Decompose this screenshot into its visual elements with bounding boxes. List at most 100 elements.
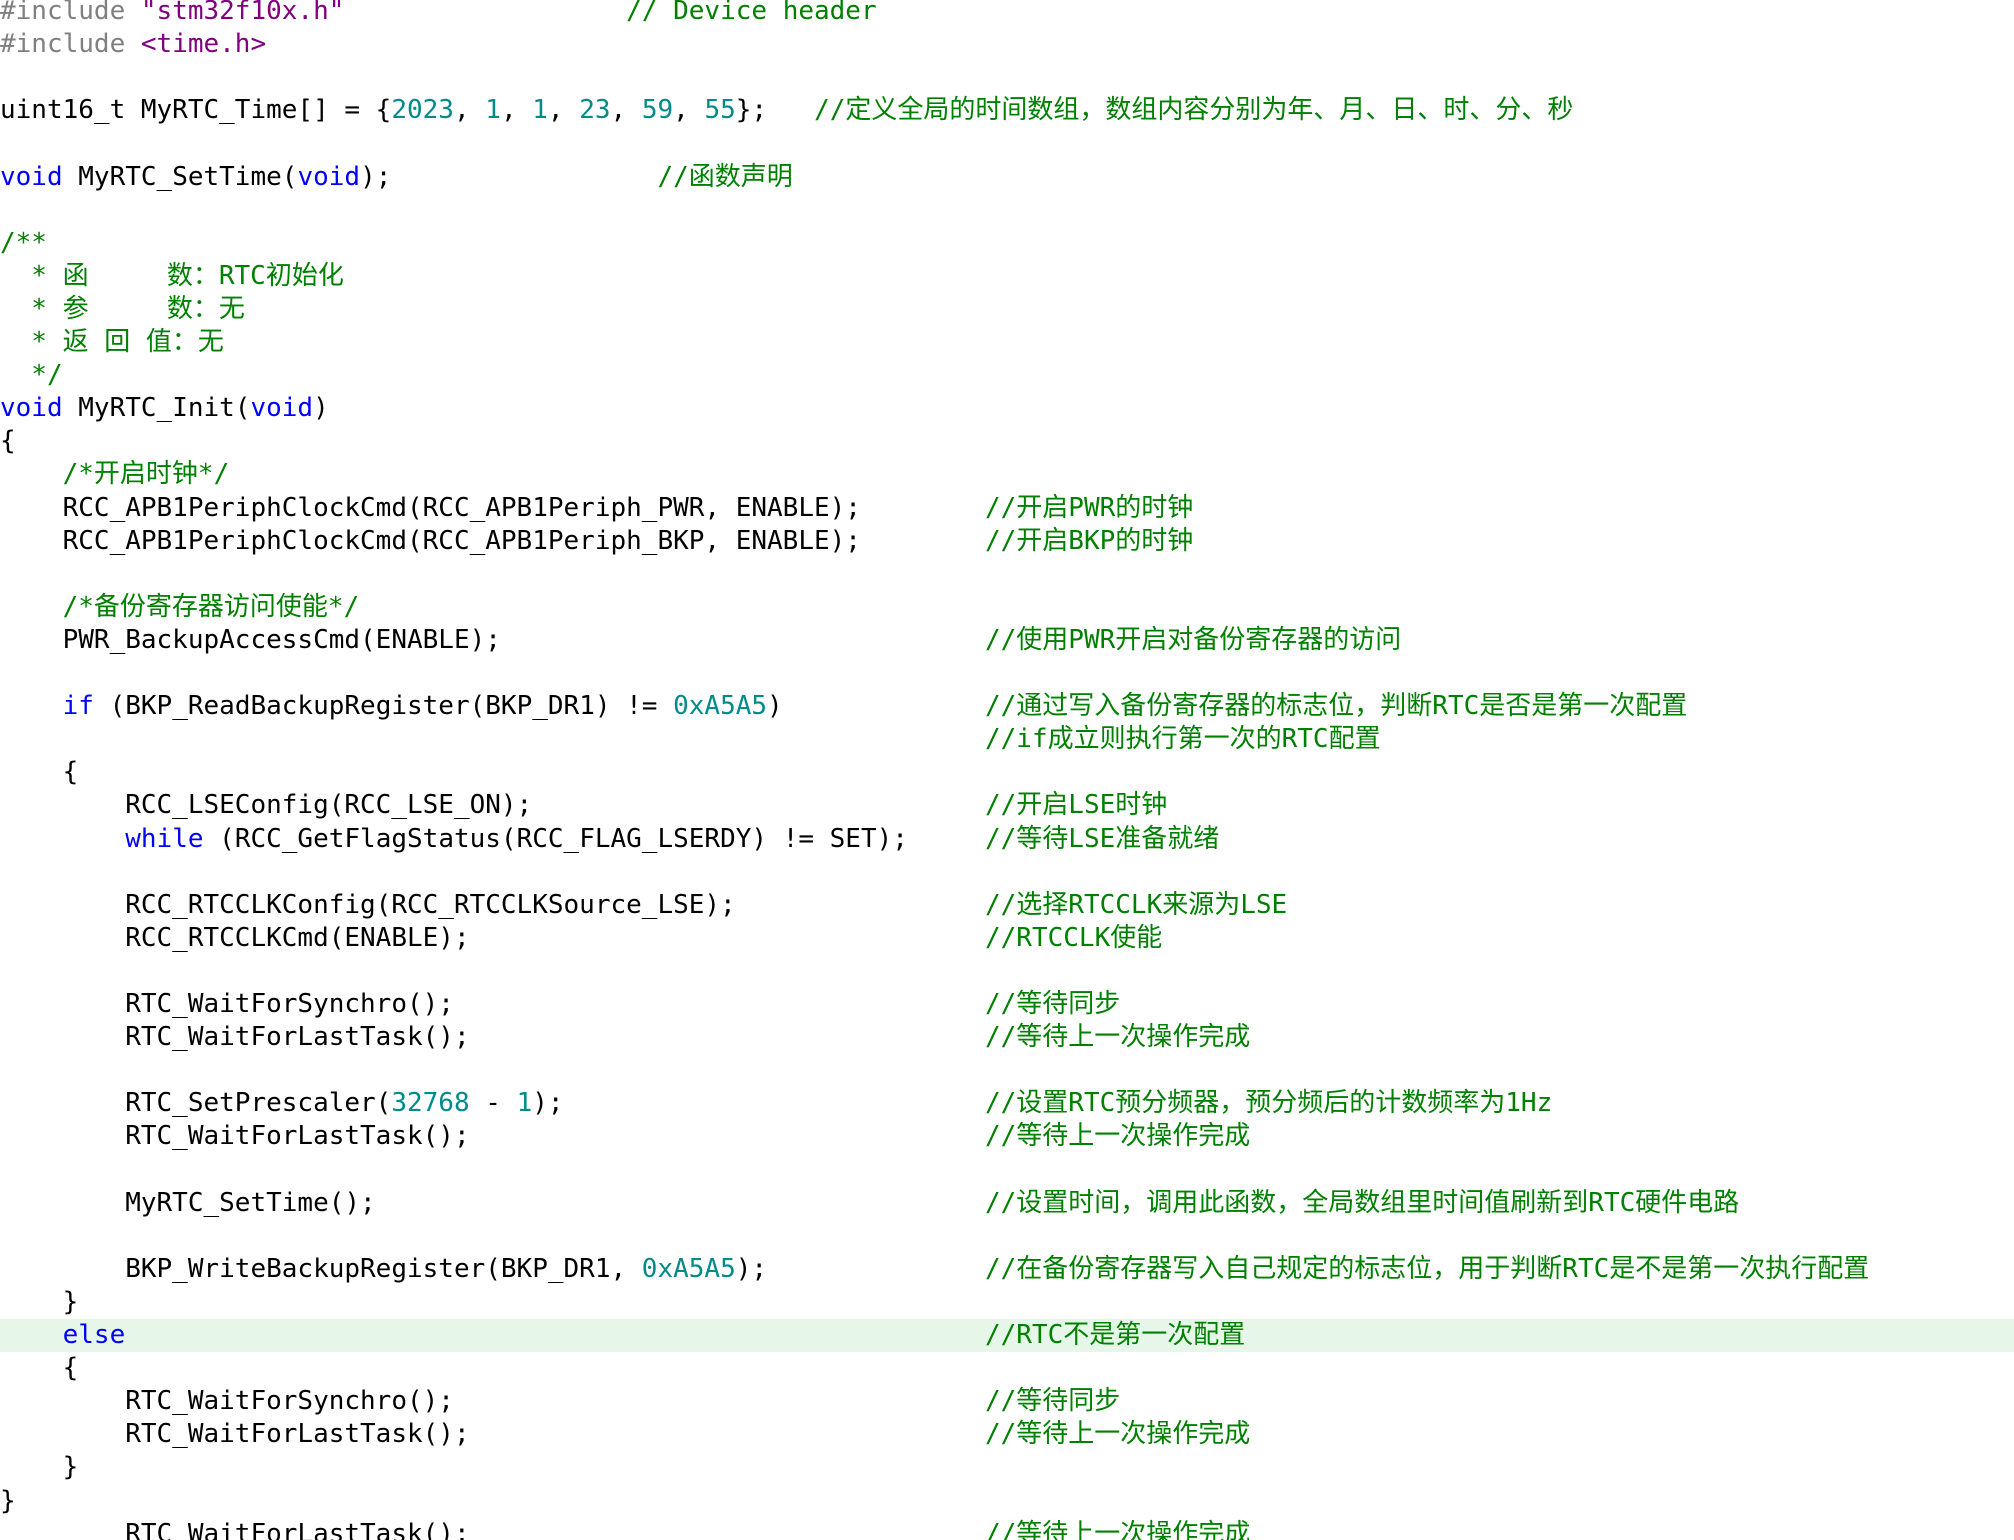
code-line[interactable]: RTC_WaitForLastTask(); //等待上一次操作完成 bbox=[0, 1021, 2014, 1054]
code-line[interactable]: MyRTC_SetTime(); //设置时间，调用此函数，全局数组里时间值刷新到… bbox=[0, 1187, 2014, 1220]
code-token: 23 bbox=[579, 95, 611, 126]
code-comment: //if成立则执行第一次的RTC配置 bbox=[985, 724, 1381, 755]
code-token: { bbox=[0, 426, 16, 457]
code-comment: * 返 回 值：无 bbox=[0, 327, 224, 357]
code-token: 1 bbox=[532, 95, 548, 126]
code-token: 0xA5A5 bbox=[641, 1253, 736, 1284]
code-line[interactable]: /*开启时钟*/ bbox=[0, 458, 2014, 491]
code-line[interactable]: /*备份寄存器访问使能*/ bbox=[0, 591, 2014, 624]
code-text: void MyRTC_SetTime(void); //函数声明 bbox=[0, 161, 793, 194]
code-line[interactable] bbox=[0, 856, 2014, 889]
code-token: RCC_APB1PeriphClockCmd(RCC_APB1Periph_BK… bbox=[0, 525, 861, 556]
code-text: * 函 数：RTC初始化 bbox=[0, 260, 344, 293]
code-token: <time.h> bbox=[140, 29, 267, 60]
code-comment: //等待上一次操作完成 bbox=[985, 1518, 1251, 1540]
code-line[interactable]: } bbox=[0, 1451, 2014, 1484]
code-line[interactable]: void MyRTC_SetTime(void); //函数声明 bbox=[0, 161, 2014, 194]
code-text: MyRTC_SetTime(); bbox=[0, 1187, 376, 1220]
code-comment: /** bbox=[0, 227, 47, 258]
code-token: 0xA5A5 bbox=[673, 691, 768, 722]
code-line[interactable]: RTC_WaitForLastTask(); //等待上一次操作完成 bbox=[0, 1120, 2014, 1153]
code-comment: /*开启时钟*/ bbox=[0, 459, 230, 490]
code-line[interactable]: RTC_SetPrescaler(32768 - 1); //设置RTC预分频器，… bbox=[0, 1087, 2014, 1120]
code-line[interactable]: /** bbox=[0, 227, 2014, 260]
code-text: RTC_WaitForSynchro(); bbox=[0, 988, 454, 1021]
code-token: (RCC_GetFlagStatus(RCC_FLAG_LSERDY) != S… bbox=[203, 823, 908, 854]
code-line[interactable]: RTC_WaitForSynchro(); //等待同步 bbox=[0, 1385, 2014, 1418]
code-line[interactable]: RTC_WaitForSynchro(); //等待同步 bbox=[0, 988, 2014, 1021]
code-line[interactable] bbox=[0, 127, 2014, 160]
code-line[interactable]: * 返 回 值：无 bbox=[0, 326, 2014, 359]
code-line[interactable] bbox=[0, 558, 2014, 591]
code-line[interactable]: #include "stm32f10x.h" // Device header bbox=[0, 0, 2014, 28]
code-line[interactable]: * 参 数：无 bbox=[0, 293, 2014, 326]
code-text: PWR_BackupAccessCmd(ENABLE); bbox=[0, 624, 501, 657]
code-line[interactable] bbox=[0, 657, 2014, 690]
code-line[interactable]: RTC_WaitForLastTask(); //等待上一次操作完成 bbox=[0, 1418, 2014, 1451]
code-token: while bbox=[125, 823, 204, 854]
code-token: MyRTC_SetTime( bbox=[62, 161, 298, 192]
code-line[interactable]: PWR_BackupAccessCmd(ENABLE); //使用PWR开启对备份… bbox=[0, 624, 2014, 657]
code-token: { bbox=[0, 757, 79, 788]
code-line[interactable]: //if成立则执行第一次的RTC配置 bbox=[0, 723, 2014, 756]
code-comment: //开启BKP的时钟 bbox=[985, 525, 1194, 556]
code-text: /*备份寄存器访问使能*/ bbox=[0, 591, 360, 624]
code-token: MyRTC_SetTime(); bbox=[0, 1187, 376, 1218]
code-comment: //函数声明 bbox=[657, 161, 793, 192]
code-line[interactable]: #include <time.h> bbox=[0, 28, 2014, 61]
code-token: 1 bbox=[516, 1088, 533, 1119]
code-text: RCC_LSEConfig(RCC_LSE_ON); bbox=[0, 789, 532, 822]
code-text: else bbox=[0, 1319, 126, 1352]
code-line[interactable] bbox=[0, 194, 2014, 227]
code-comment: //RTC不是第一次配置 bbox=[985, 1320, 1246, 1350]
code-line[interactable]: void MyRTC_Init(void) bbox=[0, 392, 2014, 425]
code-comment: //选择RTCCLK来源为LSE bbox=[985, 889, 1288, 920]
code-line[interactable]: { bbox=[0, 1352, 2014, 1385]
code-text: RCC_APB1PeriphClockCmd(RCC_APB1Periph_BK… bbox=[0, 525, 861, 558]
code-token: 59 bbox=[641, 95, 674, 126]
code-line[interactable]: RCC_APB1PeriphClockCmd(RCC_APB1Periph_PW… bbox=[0, 492, 2014, 525]
code-token: void bbox=[0, 393, 63, 424]
code-token: void bbox=[297, 161, 361, 192]
code-line[interactable]: if (BKP_ReadBackupRegister(BKP_DR1) != 0… bbox=[0, 690, 2014, 723]
code-line[interactable] bbox=[0, 1054, 2014, 1087]
code-line[interactable] bbox=[0, 1220, 2014, 1253]
code-line[interactable]: RCC_RTCCLKCmd(ENABLE); //RTCCLK使能 bbox=[0, 922, 2014, 955]
code-text: /*开启时钟*/ bbox=[0, 458, 230, 491]
code-token: - bbox=[469, 1088, 517, 1119]
current-code-line[interactable]: else //RTC不是第一次配置 bbox=[0, 1319, 2014, 1352]
code-line[interactable]: } bbox=[0, 1286, 2014, 1319]
code-comment: //设置RTC预分频器，预分频后的计数频率为1Hz bbox=[985, 1088, 1553, 1119]
code-line[interactable]: RCC_APB1PeriphClockCmd(RCC_APB1Periph_BK… bbox=[0, 525, 2014, 558]
code-line[interactable]: uint16_t MyRTC_Time[] = {2023, 1, 1, 23,… bbox=[0, 94, 2014, 127]
code-comment: //开启LSE时钟 bbox=[985, 790, 1168, 821]
code-line[interactable]: } bbox=[0, 1485, 2014, 1518]
code-token: BKP_WriteBackupRegister(BKP_DR1, bbox=[0, 1253, 642, 1284]
code-line[interactable]: { bbox=[0, 425, 2014, 458]
code-line[interactable]: while (RCC_GetFlagStatus(RCC_FLAG_LSERDY… bbox=[0, 823, 2014, 856]
code-comment: //等待上一次操作完成 bbox=[985, 1121, 1251, 1152]
code-token: ); bbox=[735, 1253, 768, 1284]
code-line[interactable]: RCC_LSEConfig(RCC_LSE_ON); //开启LSE时钟 bbox=[0, 789, 2014, 822]
code-text: while (RCC_GetFlagStatus(RCC_FLAG_LSERDY… bbox=[0, 823, 908, 856]
code-line[interactable]: */ bbox=[0, 359, 2014, 392]
code-comment: //等待同步 bbox=[985, 1386, 1121, 1417]
code-line[interactable] bbox=[0, 955, 2014, 988]
code-line[interactable]: RCC_RTCCLKConfig(RCC_RTCCLKSource_LSE); /… bbox=[0, 889, 2014, 922]
code-comment: * 函 数：RTC初始化 bbox=[0, 260, 344, 291]
code-text: #include <time.h> bbox=[0, 28, 266, 61]
code-line[interactable] bbox=[0, 1154, 2014, 1187]
code-line[interactable]: BKP_WriteBackupRegister(BKP_DR1, 0xA5A5)… bbox=[0, 1253, 2014, 1286]
code-text: BKP_WriteBackupRegister(BKP_DR1, 0xA5A5)… bbox=[0, 1253, 767, 1286]
code-token: void bbox=[0, 161, 63, 192]
code-token: , bbox=[610, 95, 642, 126]
code-editor[interactable]: #include "stm32f10x.h" // Device header #… bbox=[0, 0, 2014, 1540]
code-comment: * 参 数：无 bbox=[0, 293, 245, 324]
code-token: ); bbox=[532, 1088, 564, 1119]
code-line[interactable]: * 函 数：RTC初始化 bbox=[0, 260, 2014, 293]
code-line[interactable]: RTC_WaitForLastTask(); //等待上一次操作完成 bbox=[0, 1518, 2014, 1540]
code-line[interactable]: { bbox=[0, 756, 2014, 789]
code-token: PWR_BackupAccessCmd(ENABLE); bbox=[0, 624, 501, 655]
code-line[interactable] bbox=[0, 61, 2014, 94]
